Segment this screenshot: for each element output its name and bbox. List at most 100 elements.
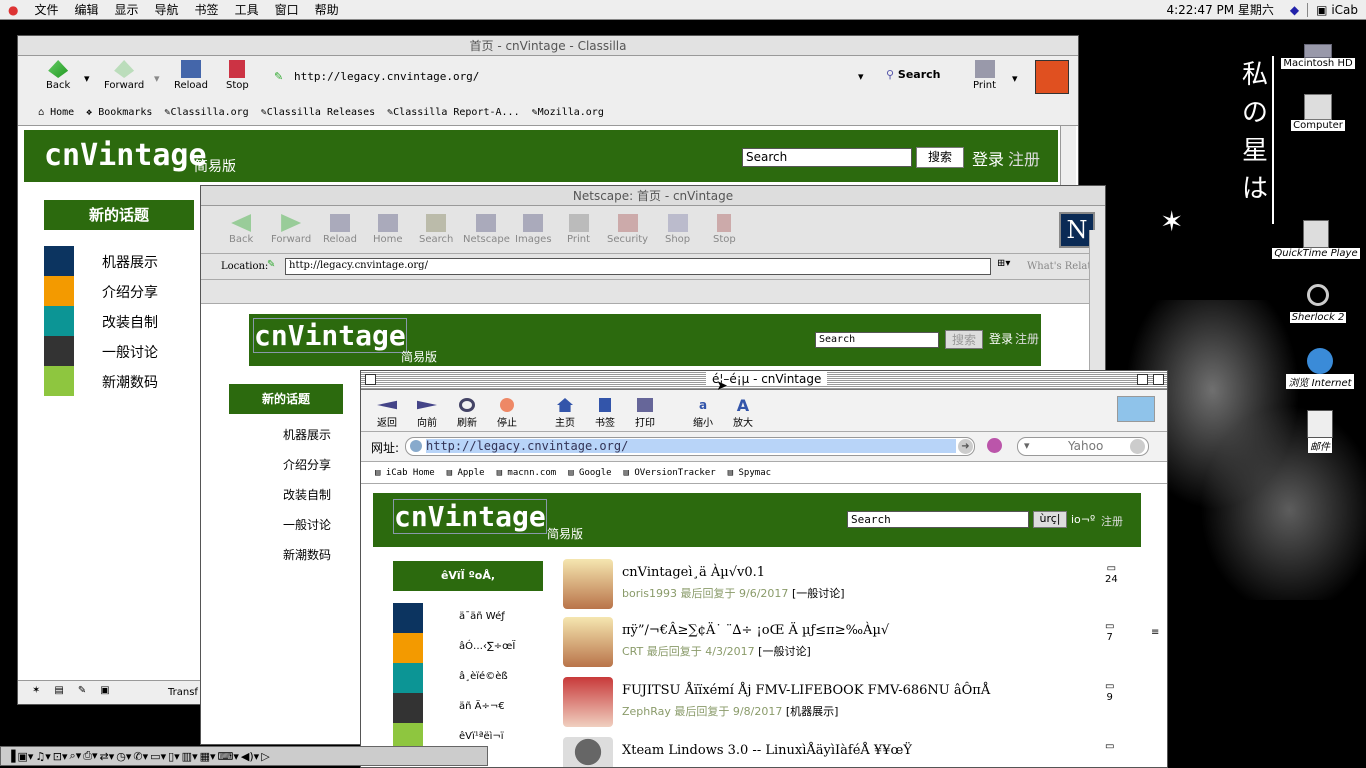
site-logo[interactable]: cnVintage: [44, 138, 207, 173]
ns-site-search-input[interactable]: Search: [815, 332, 939, 348]
category-link[interactable]: 改装自制: [102, 312, 158, 332]
ns-category-link[interactable]: 新潮数码: [283, 546, 331, 563]
ns-category-link[interactable]: 一般讨论: [283, 516, 331, 533]
ns-home-button[interactable]: Home: [373, 214, 403, 245]
collapse-box-icon[interactable]: [1153, 374, 1164, 385]
ns-reload-button[interactable]: Reload: [323, 214, 357, 245]
icab-bookmarks-button[interactable]: 书签: [595, 398, 615, 429]
icab-bookmark[interactable]: ▤ Apple: [447, 468, 485, 478]
back-button[interactable]: Back: [46, 60, 70, 91]
stop-button[interactable]: Stop: [226, 60, 249, 91]
category-link[interactable]: 新潮数码: [102, 372, 158, 392]
icab-bookmark[interactable]: ▤ Google: [568, 468, 611, 478]
forward-dropdown-icon[interactable]: ▾: [154, 72, 160, 85]
strip-speech-icon[interactable]: ✆▾: [133, 750, 148, 763]
category-link[interactable]: 介绍分享: [102, 282, 158, 302]
whats-related-icon[interactable]: ⊞▾: [997, 258, 1010, 269]
user-avatar[interactable]: [563, 617, 613, 667]
topic-title[interactable]: FUJITSU Åïïxémí Åj FMV-LIFEBOOK FMV-686N…: [622, 683, 990, 698]
netscape-title-bar[interactable]: Netscape: 首页 - cnVintage: [201, 186, 1105, 206]
ns-back-button[interactable]: Back: [229, 214, 253, 245]
desktop-icon-computer[interactable]: Computer: [1278, 94, 1358, 131]
strip-display-icon[interactable]: ▭▾: [150, 750, 166, 763]
strip-keyboard-icon[interactable]: ⌨▾: [218, 750, 239, 763]
strip-search-icon[interactable]: ⌕▾: [70, 749, 82, 763]
menu-go[interactable]: 导航: [147, 1, 187, 18]
topic-row[interactable]: FUJITSU Åïïxémí Åj FMV-LIFEBOOK FMV-686N…: [563, 677, 1123, 733]
user-avatar[interactable]: [563, 559, 613, 609]
icab-print-button[interactable]: 打印: [635, 398, 655, 429]
site-search-input[interactable]: Search: [742, 148, 912, 167]
ns-category-link[interactable]: 改装自制: [283, 486, 331, 503]
topic-title[interactable]: Xteam Lindows 3.0 -- LinuxìÅäyìIàféÅ ¥¥œ…: [622, 743, 912, 758]
menu-edit[interactable]: 编辑: [67, 1, 107, 18]
bookmark-classilla-report[interactable]: ✎Classilla Report-A...: [387, 107, 519, 118]
ns-url-field[interactable]: http://legacy.cnvintage.org/: [285, 258, 991, 275]
ns-site-login-link[interactable]: 登录: [989, 330, 1013, 347]
user-avatar[interactable]: [563, 737, 613, 767]
ns-site-register-link[interactable]: 注册: [1015, 330, 1039, 347]
icab-category-link[interactable]: ä¯äñ Wéƒ: [459, 611, 505, 622]
print-button[interactable]: Print: [973, 60, 996, 91]
topic-row[interactable]: πÿ”/¬€Â≥∑¢Ä˙ ¨∆÷ ¡oŒ Ä µƒ≤π≥‰Àµ√ CRT 最后回…: [563, 617, 1123, 673]
application-menu[interactable]: ▣ iCab: [1307, 2, 1366, 17]
icab-forward-button[interactable]: 向前: [417, 398, 437, 429]
icab-zoom-in-button[interactable]: A 放大: [733, 396, 753, 429]
ns-category-link[interactable]: 机器展示: [283, 426, 331, 443]
icab-bookmark[interactable]: ▤ OVersionTracker: [624, 468, 716, 478]
ns-site-search-button[interactable]: 搜索: [945, 330, 983, 349]
icab-home-button[interactable]: 主页: [555, 398, 575, 429]
site-register-link[interactable]: 注册: [1008, 146, 1040, 170]
icab-zoom-out-button[interactable]: a 缩小: [693, 398, 713, 429]
icab-reload-button[interactable]: 刷新: [457, 398, 477, 429]
strip-volume-icon[interactable]: ◀)▾: [241, 750, 259, 763]
ns-forward-button[interactable]: Forward: [271, 214, 311, 245]
icab-title-bar[interactable]: é¦–é¡µ - cnVintage: [361, 371, 1167, 390]
icab-bookmark[interactable]: ▤ macnn.com: [497, 468, 557, 478]
strip-clock-icon[interactable]: ◷▾: [116, 750, 131, 763]
topic-row[interactable]: cnVintageì¸ä Àµ√v0.1 boris1993 最后回复于 9/6…: [563, 559, 1123, 615]
strip-tab-icon[interactable]: ▐: [7, 750, 15, 763]
strip-disk-icon[interactable]: ▯▾: [168, 750, 180, 763]
ns-security-button[interactable]: Security: [607, 214, 648, 245]
page-proxy-icon[interactable]: ✎: [274, 70, 283, 83]
topic-forum[interactable]: [机器展示]: [786, 705, 839, 718]
desktop-icon-quicktime[interactable]: QuickTime Playe: [1268, 220, 1364, 259]
icab-bookmark[interactable]: ▤ iCab Home: [375, 468, 435, 478]
icab-category-link[interactable]: êVï¹ªëì¬ï: [459, 731, 504, 742]
menu-view[interactable]: 显示: [107, 1, 147, 18]
classilla-scrollbar[interactable]: [1060, 126, 1076, 186]
icab-category-link[interactable]: â¸èïé©èß: [459, 671, 508, 682]
desktop-icon-sherlock[interactable]: Sherlock 2: [1278, 284, 1358, 323]
page-proxy-icon[interactable]: ✎: [267, 259, 275, 270]
forward-button[interactable]: Forward: [104, 60, 144, 91]
site-search-button[interactable]: 搜索: [916, 147, 964, 168]
icab-category-link[interactable]: äñ Ä÷¬€: [459, 701, 505, 712]
desktop-icon-mail[interactable]: 邮件: [1290, 410, 1350, 453]
topic-row[interactable]: Xteam Lindows 3.0 -- LinuxìÅäyìIàféÅ ¥¥œ…: [563, 737, 1123, 767]
user-avatar[interactable]: [563, 677, 613, 727]
menu-bookmarks[interactable]: 书签: [187, 1, 227, 18]
ns-print-button[interactable]: Print: [567, 214, 590, 245]
icab-site-search-button[interactable]: ùrç|: [1033, 511, 1067, 528]
apple-menu-icon[interactable]: ●: [0, 3, 26, 17]
ns-site-logo[interactable]: cnVintage: [253, 318, 407, 353]
status-icon-group[interactable]: ✶▤✎▣: [32, 685, 124, 696]
zoom-box-icon[interactable]: [1137, 374, 1148, 385]
topic-forum[interactable]: [一般讨论]: [792, 587, 845, 600]
menu-window[interactable]: 窗口: [267, 1, 307, 18]
topic-title[interactable]: cnVintageì¸ä Àµ√v0.1: [622, 565, 765, 580]
icab-site-search-input[interactable]: Search: [847, 511, 1029, 528]
icab-category-link[interactable]: âÓ…‹∑÷œÏ: [459, 641, 515, 652]
topic-forum[interactable]: [一般讨论]: [758, 645, 811, 658]
ns-images-button[interactable]: Images: [515, 214, 552, 245]
desktop-icon-macintosh-hd[interactable]: Macintosh HD: [1278, 44, 1358, 69]
url-dropdown-icon[interactable]: ▾: [858, 70, 864, 83]
desktop-icon-browse-internet[interactable]: 浏览 Internet: [1278, 348, 1362, 389]
icab-site-login-link[interactable]: io¬º: [1071, 513, 1095, 526]
icab-logo-icon[interactable]: [1117, 396, 1155, 422]
topic-author[interactable]: CRT: [622, 645, 643, 658]
menu-clock[interactable]: 4:22:47 PM 星期六: [1158, 1, 1281, 18]
menu-help[interactable]: 帮助: [307, 1, 347, 18]
strip-end-icon[interactable]: ▷: [261, 750, 269, 763]
